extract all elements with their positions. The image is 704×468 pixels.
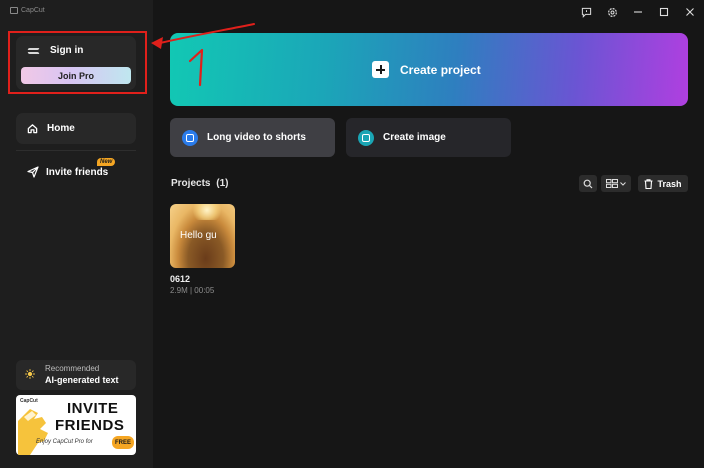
invite-banner-subtitle: Enjoy CapCut Pro for: [36, 439, 93, 445]
thumbnail-caption: Hello gu: [180, 230, 217, 241]
annotation-step-number: [188, 48, 204, 87]
settings-icon[interactable]: [606, 6, 618, 18]
recommended-title: AI-generated text: [45, 375, 119, 385]
app-title: CapCut: [10, 7, 45, 14]
minimize-icon[interactable]: [632, 6, 644, 18]
invite-banner-brand: CapCut: [20, 398, 38, 404]
recommended-card[interactable]: Recommended AI-generated text: [16, 360, 136, 390]
sidebar-divider: [16, 150, 136, 151]
app-title-text: CapCut: [21, 7, 45, 14]
search-icon: [583, 179, 593, 188]
create-project-label: Create project: [400, 62, 481, 77]
invite-banner-line2: FRIENDS: [55, 417, 125, 434]
view-toggle-button[interactable]: [601, 175, 631, 192]
sidebar-item-home[interactable]: Home: [16, 113, 136, 144]
projects-count: (1): [216, 178, 229, 189]
recommended-label: Recommended: [45, 364, 100, 373]
sidebar-item-label: Invite friends: [46, 166, 109, 178]
sidebar-item-label: Home: [47, 123, 75, 134]
search-button[interactable]: [579, 175, 597, 192]
shorts-icon: [182, 129, 198, 146]
create-image-button[interactable]: Create image: [346, 118, 511, 157]
close-icon[interactable]: [684, 6, 696, 18]
send-icon: [27, 166, 39, 178]
project-name[interactable]: 0612: [170, 274, 190, 284]
home-icon: [27, 124, 38, 134]
create-project-button[interactable]: Create project: [170, 33, 688, 106]
quick-action-label: Long video to shorts: [207, 132, 306, 143]
thumbnail-sun: [192, 204, 222, 220]
chevron-down-icon: [620, 181, 626, 186]
quick-action-label: Create image: [383, 132, 446, 143]
trash-label: Trash: [657, 178, 682, 189]
long-video-to-shorts-button[interactable]: Long video to shorts: [170, 118, 335, 157]
sidebar-item-invite-friends[interactable]: Invite friends: [16, 158, 136, 186]
grid-view-icon: [606, 179, 618, 188]
free-badge: FREE: [112, 436, 134, 449]
capcut-logo-icon: [10, 7, 18, 14]
projects-title: Projects: [171, 178, 211, 189]
trash-icon: [644, 178, 653, 189]
window-controls: [580, 6, 696, 18]
projects-heading: Projects (1): [171, 178, 228, 189]
project-meta: 2.9M | 00:05: [170, 286, 215, 295]
maximize-icon[interactable]: [658, 6, 670, 18]
invite-banner-line1: INVITE: [67, 400, 119, 417]
feedback-icon[interactable]: [580, 6, 592, 18]
create-project-content: Create project: [372, 61, 481, 78]
project-thumbnail[interactable]: Hello gu: [170, 204, 235, 268]
lightbulb-icon: [25, 369, 35, 379]
annotation-highlight-box: [8, 31, 147, 94]
invite-friends-banner[interactable]: CapCut INVITE FRIENDS Enjoy CapCut Pro f…: [16, 395, 136, 455]
hand-illustration-icon: [18, 409, 48, 455]
image-icon: [358, 129, 374, 146]
plus-icon: [372, 61, 389, 78]
new-badge: New: [97, 158, 116, 166]
trash-button[interactable]: Trash: [638, 175, 688, 192]
